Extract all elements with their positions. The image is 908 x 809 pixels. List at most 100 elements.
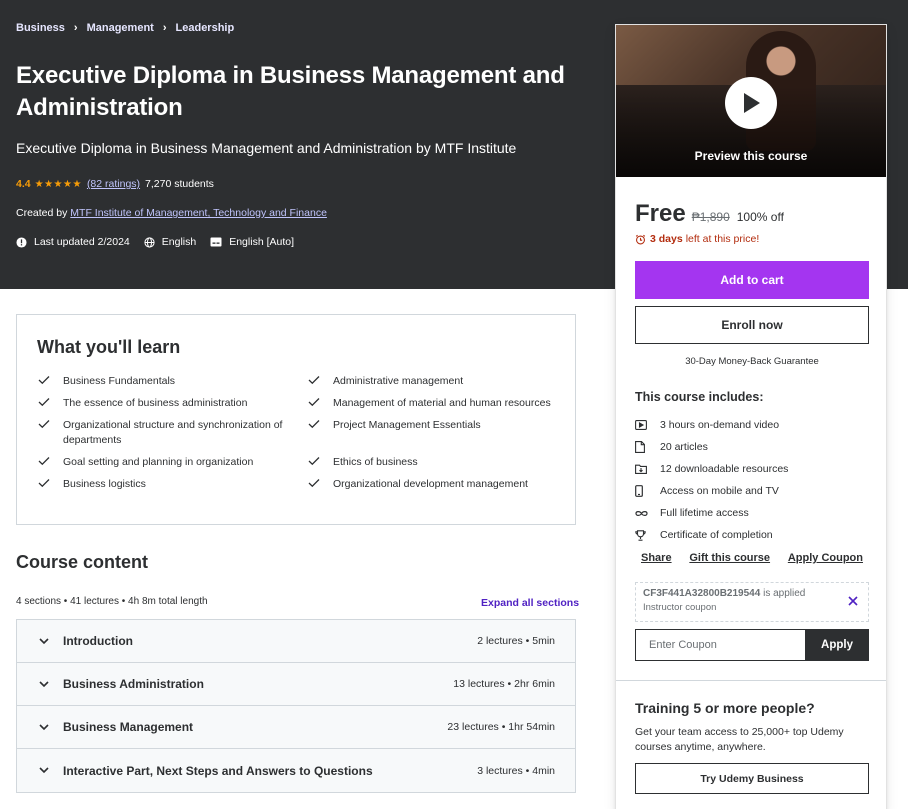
coupon-code-line: CF3F441A32800B219544 is applied (643, 588, 861, 599)
applied-coupon: CF3F441A32800B219544 is applied Instruct… (635, 582, 869, 622)
play-icon[interactable] (725, 77, 777, 129)
infinity-icon (635, 510, 653, 517)
section-row[interactable]: Business Management 23 lectures • 1hr 54… (17, 706, 575, 749)
section-name: Introduction (63, 634, 133, 648)
download-icon (635, 464, 653, 474)
check-icon (308, 457, 320, 466)
learn-item: Project Management Essentials (307, 418, 557, 448)
team-training-text: Get your team access to 25,000+ top Udem… (635, 726, 844, 753)
coupon-input[interactable] (635, 629, 806, 661)
section-list: Introduction 2 lectures • 5min Business … (16, 619, 576, 793)
learn-item: Goal setting and planning in organizatio… (37, 455, 307, 470)
includes-list: 3 hours on-demand video 20 articles 12 d… (635, 414, 788, 546)
rating-row: 4.4 ★★★★★ (82 ratings) 7,270 students (16, 178, 214, 190)
course-content-meta: 4 sections • 41 lectures • 4h 8m total l… (16, 596, 208, 607)
discount-percent: 100% off (736, 210, 784, 224)
created-by-label: Created by (16, 207, 68, 219)
section-row[interactable]: Business Administration 13 lectures • 2h… (17, 663, 575, 706)
current-price: Free (635, 200, 686, 227)
video-icon (635, 420, 653, 430)
apply-coupon-button[interactable]: Apply (805, 629, 869, 661)
course-title: Executive Diploma in Business Management… (16, 62, 565, 121)
remove-coupon-close-icon[interactable] (848, 593, 858, 611)
captions-text: English [Auto] (229, 236, 295, 248)
includes-item: 12 downloadable resources (635, 458, 788, 480)
divider (616, 680, 886, 681)
trophy-icon (635, 529, 653, 541)
chevron-down-icon (39, 637, 51, 645)
course-content-title: Course content (16, 552, 149, 572)
rating-value: 4.4 (16, 178, 31, 190)
share-link[interactable]: Share (635, 552, 678, 564)
ratings-link[interactable]: (82 ratings) (87, 178, 140, 190)
check-icon (38, 457, 50, 466)
closed-captions-icon (210, 237, 222, 247)
coupon-applied-text: is applied (763, 588, 806, 599)
created-by: Created by MTF Institute of Management, … (16, 207, 327, 219)
timer-text: left at this price! (685, 233, 760, 245)
learn-item: Ethics of business (307, 455, 557, 470)
card-links: Share Gift this course Apply Coupon (635, 552, 869, 564)
learn-item: The essence of business administration (37, 396, 307, 411)
breadcrumb-management[interactable]: Management (87, 22, 154, 34)
breadcrumb-business[interactable]: Business (16, 22, 65, 34)
students-count: 7,270 students (145, 178, 214, 190)
captions: English [Auto] (210, 236, 294, 248)
check-icon (308, 479, 320, 488)
course-meta: Last updated 2/2024 English English [Aut… (16, 236, 308, 248)
includes-item: Full lifetime access (635, 502, 788, 524)
last-updated-text: Last updated 2/2024 (34, 236, 130, 248)
check-icon (38, 376, 50, 385)
alert-badge-icon (16, 236, 27, 248)
mobile-icon (635, 485, 653, 497)
enroll-now-button[interactable]: Enroll now (635, 306, 869, 344)
money-back-guarantee: 30-Day Money-Back Guarantee (685, 356, 819, 367)
chevron-right-icon: › (73, 22, 78, 34)
expand-all-sections-button[interactable]: Expand all sections (481, 597, 579, 609)
apply-coupon-link[interactable]: Apply Coupon (782, 552, 869, 564)
learn-item: Administrative management (307, 374, 557, 389)
learn-item: Organizational development management (307, 477, 557, 492)
globe-icon (144, 236, 155, 248)
gift-course-link[interactable]: Gift this course (683, 552, 776, 564)
includes-text: Certificate of completion (660, 529, 773, 541)
section-info: 2 lectures • 5min (477, 635, 555, 647)
chevron-down-icon (39, 767, 51, 774)
learn-item: Business logistics (37, 477, 307, 492)
includes-title: This course includes: (635, 390, 764, 404)
check-icon (308, 398, 320, 407)
includes-item: 20 articles (635, 436, 788, 458)
learn-item: Business Fundamentals (37, 374, 307, 389)
breadcrumb: Business › Management › Leadership (16, 22, 234, 34)
section-row[interactable]: Introduction 2 lectures • 5min (17, 620, 575, 663)
section-name: Interactive Part, Next Steps and Answers… (63, 763, 373, 778)
chevron-down-icon (39, 723, 51, 731)
breadcrumb-leadership[interactable]: Leadership (176, 22, 235, 34)
learn-list: Business Fundamentals Administrative man… (37, 374, 557, 499)
includes-item: 3 hours on-demand video (635, 414, 788, 436)
purchase-card: Preview this course Free ₱1,890 100% off… (615, 24, 887, 809)
star-rating-icon: ★★★★★ (34, 178, 82, 190)
learn-title: What you'll learn (37, 337, 181, 357)
article-icon (635, 441, 653, 453)
price-timer: 3 days left at this price! (635, 233, 759, 245)
last-updated: Last updated 2/2024 (16, 236, 130, 248)
check-icon (308, 420, 320, 429)
try-udemy-business-button[interactable]: Try Udemy Business (635, 763, 869, 794)
includes-text: 3 hours on-demand video (660, 419, 780, 431)
timer-days: 3 days (650, 233, 683, 245)
chevron-down-icon (39, 680, 51, 688)
check-icon (38, 398, 50, 407)
add-to-cart-button[interactable]: Add to cart (635, 261, 869, 299)
instructor-link[interactable]: MTF Institute of Management, Technology … (70, 207, 327, 219)
section-name: Business Administration (63, 677, 204, 691)
includes-text: Full lifetime access (660, 507, 749, 519)
language: English (144, 236, 196, 248)
section-row[interactable]: Interactive Part, Next Steps and Answers… (17, 749, 575, 792)
section-info: 13 lectures • 2hr 6min (453, 678, 555, 690)
chevron-right-icon: › (162, 22, 167, 34)
check-icon (38, 479, 50, 488)
course-subtitle: Executive Diploma in Business Management… (16, 140, 517, 156)
learn-item: Organizational structure and synchroniza… (37, 418, 307, 448)
course-preview-video[interactable]: Preview this course (616, 25, 886, 177)
